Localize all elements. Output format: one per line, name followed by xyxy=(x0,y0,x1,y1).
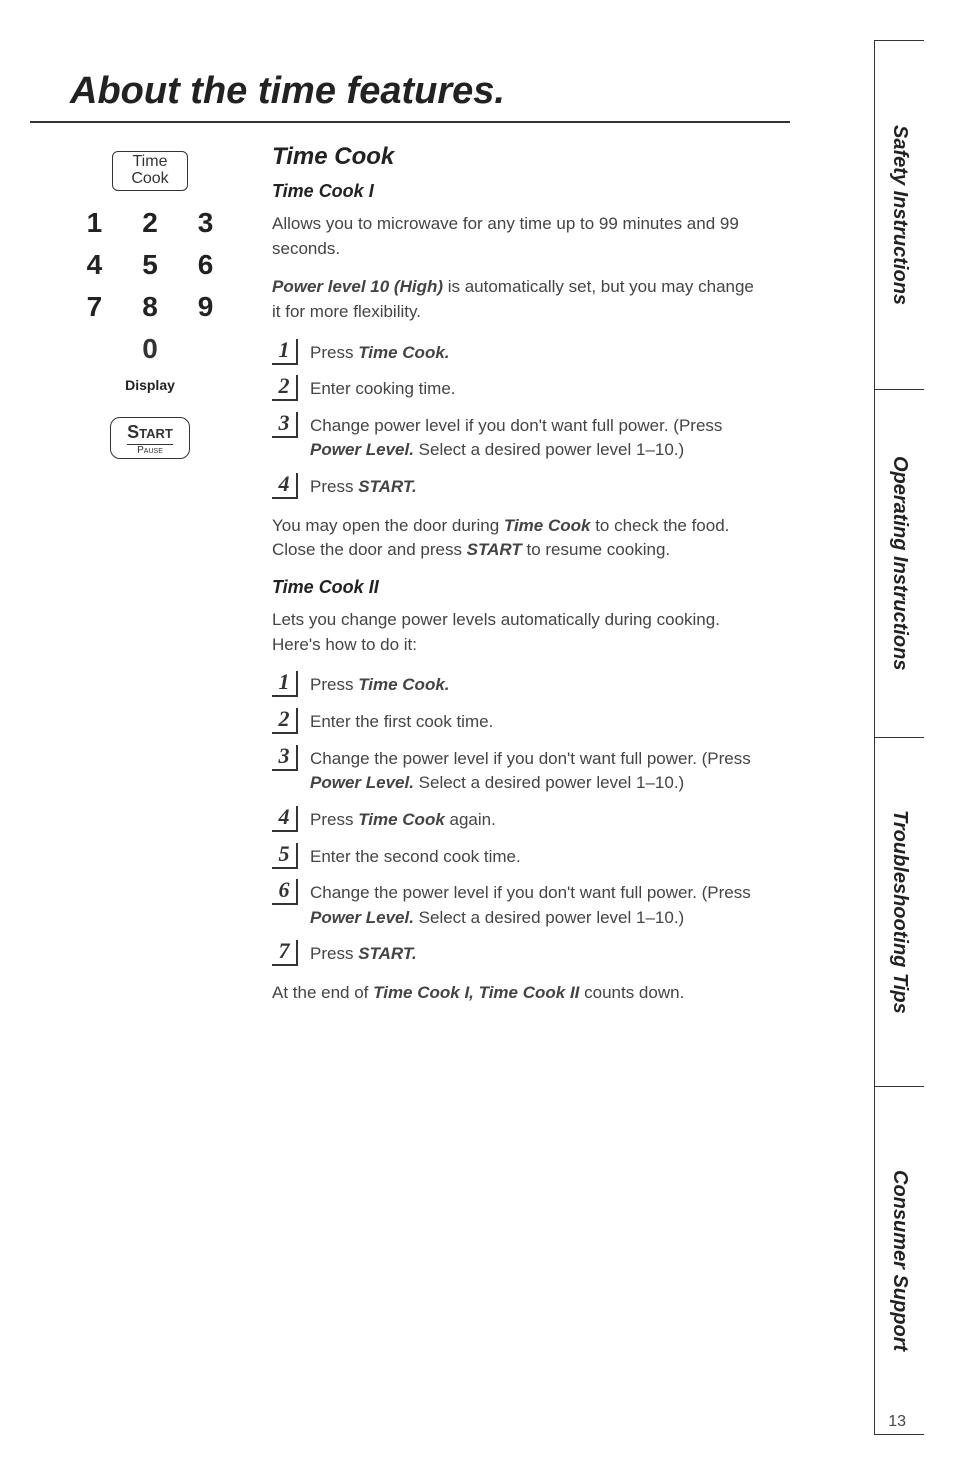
step-text: Enter the second cook time. xyxy=(310,843,521,870)
steps-list-1: 1 Press Time Cook. 2 Enter cooking time.… xyxy=(272,339,760,500)
step-number: 1 xyxy=(272,339,298,365)
tab-operating: Operating Instructions xyxy=(875,390,924,739)
text-column: Time Cook Time Cook I Allows you to micr… xyxy=(260,143,760,1020)
steps-list-2: 1 Press Time Cook. 2 Enter the first coo… xyxy=(272,671,760,967)
paragraph: Power level 10 (High) is automatically s… xyxy=(272,275,760,324)
power-level-bold: Power level 10 (High) xyxy=(272,277,443,296)
step-text: Press Time Cook. xyxy=(310,339,450,366)
start-label-bot: Pause xyxy=(127,444,173,456)
paragraph: Allows you to microwave for any time up … xyxy=(272,212,760,261)
start-button-graphic: Start Pause xyxy=(110,417,190,459)
keypad-digit: 4 xyxy=(87,249,103,281)
time-cook-2-heading: Time Cook II xyxy=(272,577,760,598)
step-text: Press Time Cook again. xyxy=(310,806,496,833)
step: 3 Change the power level if you don't wa… xyxy=(272,745,760,796)
step-number: 2 xyxy=(272,708,298,734)
step-number: 4 xyxy=(272,806,298,832)
paragraph: At the end of Time Cook I, Time Cook II … xyxy=(272,981,760,1006)
keypad-digit: 3 xyxy=(198,207,214,239)
step-text: Enter cooking time. xyxy=(310,375,456,402)
paragraph: You may open the door during Time Cook t… xyxy=(272,514,760,563)
step-number: 7 xyxy=(272,940,298,966)
keypad-digit: 1 xyxy=(87,207,103,239)
tab-safety: Safety Instructions xyxy=(875,41,924,390)
step-text: Press START. xyxy=(310,940,417,967)
step-text: Change power level if you don't want ful… xyxy=(310,412,760,463)
keypad-row: 4 5 6 xyxy=(87,249,214,281)
step: 4 Press START. xyxy=(272,473,760,500)
page-title: About the time features. xyxy=(30,0,790,123)
keypad-digit: 2 xyxy=(142,207,158,239)
page-number: 13 xyxy=(888,1413,906,1431)
keypad-digit: 5 xyxy=(142,249,158,281)
keypad-row: 7 8 9 xyxy=(87,291,214,323)
keypad-digit: 6 xyxy=(198,249,214,281)
tab-troubleshooting: Troubleshooting Tips xyxy=(875,738,924,1087)
step: 4 Press Time Cook again. xyxy=(272,806,760,833)
step: 5 Enter the second cook time. xyxy=(272,843,760,870)
step-number: 4 xyxy=(272,473,298,499)
keypad-digit: 8 xyxy=(142,291,158,323)
content-wrap: Time Cook 1 2 3 4 5 6 7 8 9 0 Display St… xyxy=(0,123,760,1020)
start-label-top: Start xyxy=(127,422,173,443)
display-label: Display xyxy=(125,377,175,393)
step: 7 Press START. xyxy=(272,940,760,967)
tab-consumer: Consumer Support xyxy=(875,1087,924,1435)
step-text: Enter the first cook time. xyxy=(310,708,493,735)
step-number: 2 xyxy=(272,375,298,401)
step: 6 Change the power level if you don't wa… xyxy=(272,879,760,930)
keypad-zero: 0 xyxy=(142,333,158,365)
keypad-row: 1 2 3 xyxy=(87,207,214,239)
side-tabs: Safety Instructions Operating Instructio… xyxy=(874,40,924,1435)
paragraph: Lets you change power levels automatical… xyxy=(272,608,760,657)
section-heading: Time Cook xyxy=(272,143,760,171)
keypad-digit: 7 xyxy=(87,291,103,323)
step-text: Press Time Cook. xyxy=(310,671,450,698)
step-text: Change the power level if you don't want… xyxy=(310,879,760,930)
time-cook-label-bot: Cook xyxy=(131,171,168,188)
step: 2 Enter the first cook time. xyxy=(272,708,760,735)
step-number: 3 xyxy=(272,412,298,438)
step: 3 Change power level if you don't want f… xyxy=(272,412,760,463)
step-text: Change the power level if you don't want… xyxy=(310,745,760,796)
time-cook-label-top: Time xyxy=(131,154,168,171)
step-number: 5 xyxy=(272,843,298,869)
time-cook-1-heading: Time Cook I xyxy=(272,181,760,202)
step: 1 Press Time Cook. xyxy=(272,671,760,698)
step: 1 Press Time Cook. xyxy=(272,339,760,366)
step-number: 1 xyxy=(272,671,298,697)
step-number: 6 xyxy=(272,879,298,905)
step-number: 3 xyxy=(272,745,298,771)
step-text: Press START. xyxy=(310,473,417,500)
step: 2 Enter cooking time. xyxy=(272,375,760,402)
time-cook-button-graphic: Time Cook xyxy=(112,151,187,191)
keypad-column: Time Cook 1 2 3 4 5 6 7 8 9 0 Display St… xyxy=(40,143,260,1020)
keypad-digit: 9 xyxy=(198,291,214,323)
keypad-illustration: Time Cook 1 2 3 4 5 6 7 8 9 0 Display St… xyxy=(40,151,260,459)
